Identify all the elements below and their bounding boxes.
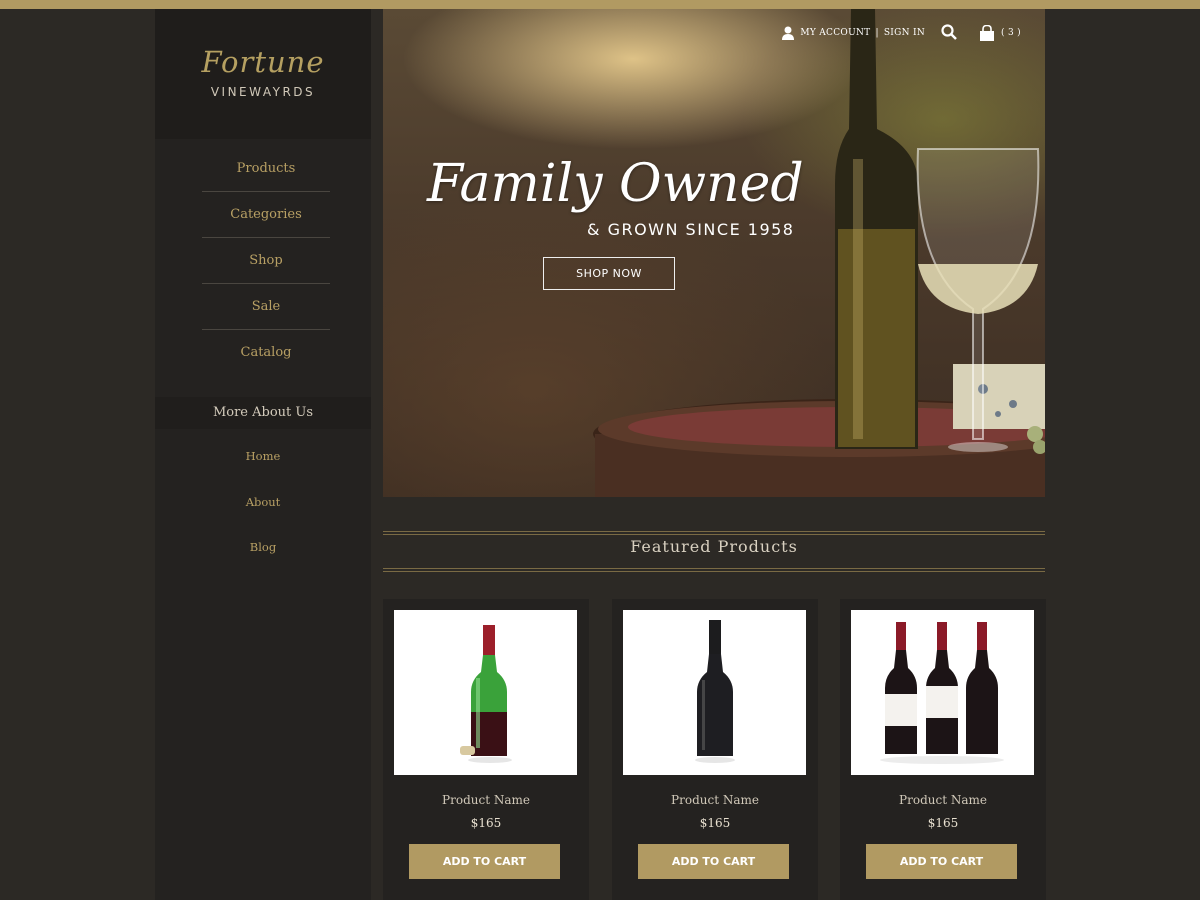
product-image-green-bottle[interactable]	[394, 610, 577, 775]
product-card: Product Name $165 ADD TO CART	[383, 599, 589, 900]
hero-subtitle: & GROWN SINCE 1958	[587, 220, 795, 239]
nav-item-catalog[interactable]: Catalog	[202, 330, 330, 375]
product-card: Product Name $165 ADD TO CART	[612, 599, 818, 900]
product-name[interactable]: Product Name	[612, 793, 818, 807]
add-to-cart-button[interactable]: ADD TO CART	[409, 844, 560, 879]
nav-item-blog[interactable]: Blog	[155, 525, 371, 571]
hero-banner: MY ACCOUNT | SIGN IN ( 3 ) Family Owned …	[383, 9, 1045, 497]
my-account-label: MY ACCOUNT	[800, 28, 871, 38]
top-utility-nav: MY ACCOUNT | SIGN IN ( 3 )	[782, 23, 1021, 43]
featured-products-heading: Featured Products	[630, 537, 798, 556]
product-image-dark-bottle[interactable]	[623, 610, 806, 775]
nav-item-shop[interactable]: Shop	[202, 238, 330, 284]
product-price: $165	[699, 816, 731, 830]
nav-item-categories[interactable]: Categories	[202, 192, 330, 238]
logo-script-text: Fortune	[201, 45, 325, 79]
product-image-three-bottles[interactable]	[851, 610, 1034, 775]
product-price: $165	[470, 816, 502, 830]
user-icon	[782, 26, 795, 40]
search-button[interactable]	[941, 23, 957, 43]
main-nav: Products Categories Shop Sale Catalog	[202, 146, 330, 375]
cart-count: ( 3 )	[1001, 28, 1021, 38]
shop-now-button[interactable]: SHOP NOW	[543, 257, 675, 290]
shopping-bag-icon	[980, 25, 995, 41]
product-name[interactable]: Product Name	[840, 793, 1046, 807]
account-link[interactable]: MY ACCOUNT	[782, 26, 870, 40]
featured-divider-bottom	[383, 568, 1045, 574]
nav-item-products[interactable]: Products	[202, 146, 330, 192]
nav-item-about[interactable]: About	[155, 480, 371, 526]
cart-button[interactable]: ( 3 )	[979, 25, 1021, 41]
sidebar: Fortune VINEWAYRDS Products Categories S…	[155, 9, 371, 900]
nav-item-sale[interactable]: Sale	[202, 284, 330, 330]
more-about-us-heading: More About Us	[155, 397, 371, 429]
nav-item-home[interactable]: Home	[155, 434, 371, 480]
search-icon	[941, 23, 957, 40]
more-about-nav: Home About Blog	[155, 434, 371, 571]
logo-subtitle: VINEWAYRDS	[210, 85, 316, 99]
hero-title: Family Owned	[427, 154, 804, 214]
add-to-cart-button[interactable]: ADD TO CART	[638, 844, 789, 879]
top-accent-bar	[0, 0, 1200, 9]
header-separator: |	[875, 28, 879, 38]
product-card: Product Name $165 ADD TO CART	[840, 599, 1046, 900]
product-name[interactable]: Product Name	[383, 793, 589, 807]
logo[interactable]: Fortune VINEWAYRDS	[155, 9, 371, 139]
add-to-cart-button[interactable]: ADD TO CART	[866, 844, 1017, 879]
hero-image-wine-barrel	[593, 9, 1045, 497]
sign-in-link[interactable]: SIGN IN	[884, 28, 925, 38]
product-price: $165	[927, 816, 959, 830]
